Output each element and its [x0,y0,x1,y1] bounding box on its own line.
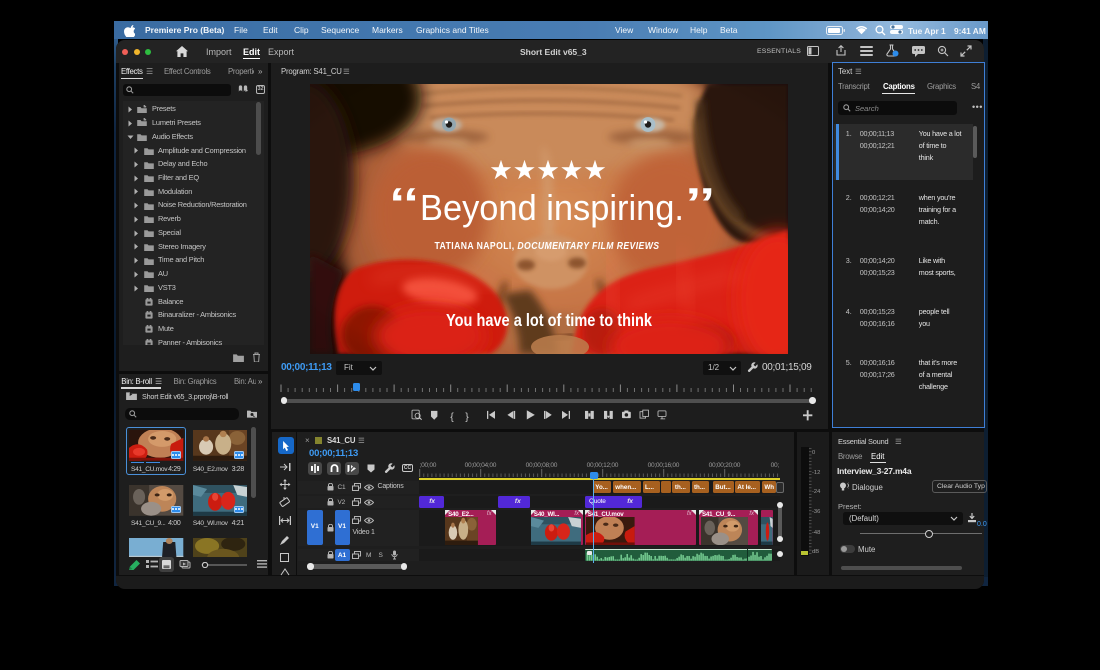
svg-text:“: “ [390,177,418,238]
svg-text:Beyond inspiring.: Beyond inspiring. [420,187,684,228]
svg-text:★: ★ [583,155,607,185]
svg-text:★: ★ [560,155,584,185]
svg-text:You have a lot of time to thin: You have a lot of time to think [446,310,652,330]
svg-text:★: ★ [513,155,537,185]
svg-text:}: } [465,411,469,423]
svg-text:★: ★ [536,155,560,185]
svg-text:{: { [450,411,454,423]
svg-text:TATIANA NAPOLI, DOCUMENTARY FI: TATIANA NAPOLI, DOCUMENTARY FILM REVIEWS [435,241,660,252]
svg-text:”: ” [686,177,714,238]
svg-text:★: ★ [489,155,513,185]
